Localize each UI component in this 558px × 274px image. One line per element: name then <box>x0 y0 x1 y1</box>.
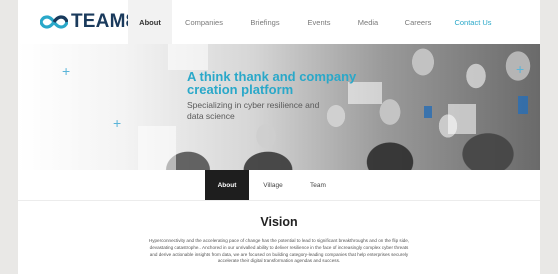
plus-decoration-icon: + <box>113 115 122 131</box>
hero-overlay-tile <box>168 44 208 70</box>
hero-overlay-tile <box>448 104 476 134</box>
plus-decoration-icon: + <box>516 61 525 77</box>
page: TEAM8 About Companies Briefings Events M… <box>18 0 540 274</box>
plus-decoration-icon: + <box>62 63 71 79</box>
nav-item-companies[interactable]: Companies <box>172 0 236 44</box>
nav-item-contact-us[interactable]: Contact Us <box>444 0 502 44</box>
site-header: TEAM8 About Companies Briefings Events M… <box>18 0 540 44</box>
hero-title: A think thank and company creation platf… <box>187 69 357 97</box>
main-nav: About Companies Briefings Events Media C… <box>128 0 502 44</box>
divider <box>18 200 540 201</box>
tab-team[interactable]: Team <box>297 170 339 200</box>
section-body: Hyperconnectivity and the accelerating p… <box>148 238 410 264</box>
logo-text: TEAM8 <box>71 11 137 32</box>
nav-item-events[interactable]: Events <box>294 0 344 44</box>
hero-banner: + + + A think thank and company creation… <box>18 44 540 170</box>
infinity-logo-icon <box>40 15 68 29</box>
nav-item-about[interactable]: About <box>128 0 172 44</box>
hero-subtitle: Specializing in cyber resilience and dat… <box>187 100 320 121</box>
nav-item-briefings[interactable]: Briefings <box>236 0 294 44</box>
nav-item-careers[interactable]: Careers <box>392 0 444 44</box>
hero-accent-tile <box>424 106 432 118</box>
hero-accent-tile <box>518 96 528 114</box>
nav-item-media[interactable]: Media <box>344 0 392 44</box>
tab-village[interactable]: Village <box>249 170 297 200</box>
hero-overlay-tile <box>138 126 176 170</box>
section-tabs: About Village Team <box>205 170 339 200</box>
section-title: Vision <box>260 215 298 229</box>
logo[interactable]: TEAM8 <box>40 11 136 33</box>
tab-about[interactable]: About <box>205 170 249 200</box>
